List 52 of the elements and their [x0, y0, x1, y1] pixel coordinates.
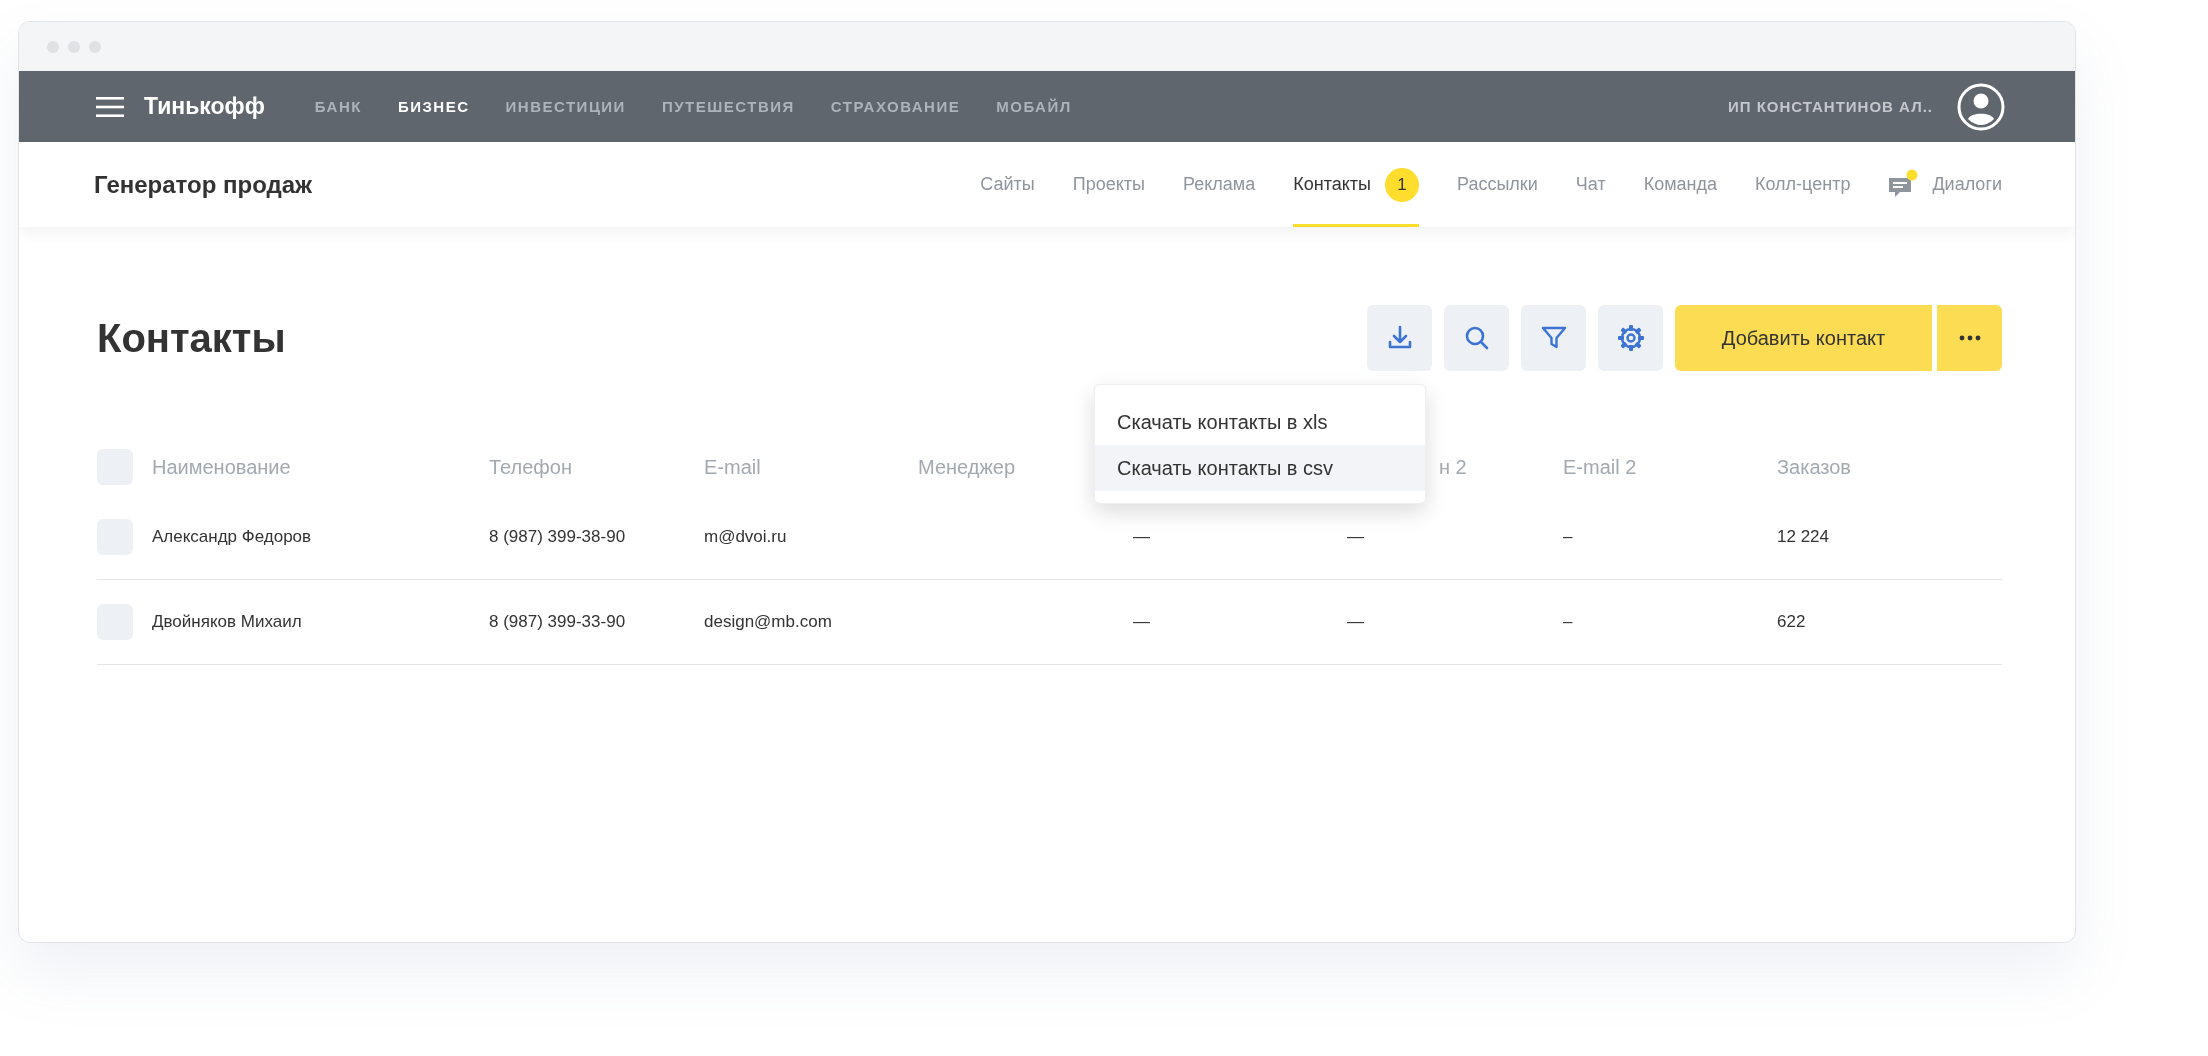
table-cell-text: – [1563, 612, 1574, 632]
brand-name[interactable]: Тинькофф [144, 93, 265, 120]
menu-item[interactable]: Скачать контакты в xls [1095, 399, 1425, 445]
nav-link[interactable]: ПУТЕШЕСТВИЯ [661, 98, 795, 115]
avatar-icon[interactable] [1957, 82, 2005, 131]
download-button[interactable] [1367, 305, 1432, 371]
nav-tab[interactable]: Проекты [1072, 142, 1146, 227]
nav-link[interactable]: ИНВЕСТИЦИИ [505, 98, 626, 115]
table-cell-text: — [1347, 527, 1365, 547]
column-header[interactable]: Наименование [152, 455, 291, 478]
column-header[interactable]: E-mail 2 [1563, 455, 1637, 478]
nav-tab[interactable]: Чат [1575, 142, 1606, 227]
nav-tab[interactable]: Рассылки [1457, 142, 1538, 227]
nav-link[interactable]: БИЗНЕС [397, 98, 470, 115]
nav-link[interactable]: СТРАХОВАНИЕ [830, 98, 961, 115]
table-cell-text: 8 (987) 399-38-90 [489, 527, 627, 547]
nav-tab[interactable]: Контакты 1 [1293, 142, 1419, 227]
column-header[interactable]: E-mail [704, 455, 761, 478]
table-cell-text: m@dvoi.ru [704, 527, 788, 547]
nav-tab[interactable]: Реклама [1183, 142, 1256, 227]
section-title: Генератор продаж [94, 170, 313, 199]
column-header[interactable]: н 2 [1439, 455, 1467, 478]
table-cell-text: – [1563, 527, 1574, 547]
table-cell-text: Двойняков Михаил [152, 612, 303, 632]
nav-tab[interactable]: Колл-центр [1755, 142, 1851, 227]
table-cell-text: — [1347, 612, 1365, 632]
page-title: Контакты [97, 315, 286, 361]
table-cell-text: 12 224 [1777, 527, 1830, 547]
nav-link[interactable]: БАНК [314, 98, 362, 115]
nav-link[interactable]: МОБАЙЛ [996, 98, 1072, 115]
more-icon [1958, 335, 1981, 341]
column-header[interactable]: Заказов [1777, 455, 1851, 478]
table-cell-text: 8 (987) 399-33-90 [489, 612, 627, 632]
count-badge: 1 [1385, 167, 1419, 202]
menu-icon[interactable] [96, 95, 124, 118]
column-header[interactable]: Телефон [489, 455, 572, 478]
nav-tab[interactable]: Сайты [980, 142, 1035, 227]
table-cell-text: Александр Федоров [152, 527, 313, 547]
column-header[interactable]: Менеджер [918, 455, 1016, 478]
filter-button[interactable] [1521, 305, 1586, 371]
menu-item[interactable]: Скачать контакты в csv [1095, 445, 1425, 491]
nav-tab[interactable]: Диалоги [1888, 142, 2002, 227]
add-contact-button[interactable]: Добавить контакт [1675, 305, 1932, 371]
table-cell-text: 622 [1777, 612, 1807, 632]
user-name[interactable]: ИП КОНСТАНТИНОВ АЛ.. [1727, 98, 1933, 115]
more-button[interactable] [1937, 305, 2002, 371]
table-cell-text: — [1133, 612, 1151, 632]
table-cell-text: design@mb.com [704, 612, 833, 632]
search-button[interactable] [1444, 305, 1509, 371]
settings-button[interactable] [1598, 305, 1663, 371]
table-cell-text: — [1133, 527, 1151, 547]
nav-tab[interactable]: Команда [1643, 142, 1717, 227]
